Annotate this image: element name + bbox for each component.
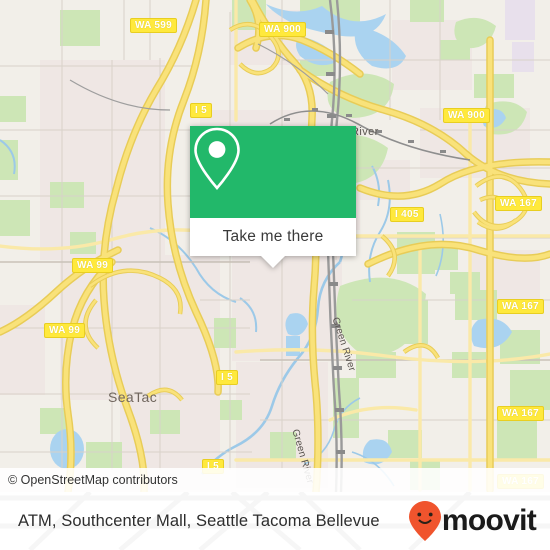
place-label-seatac: SeaTac: [108, 389, 158, 405]
popup-pointer: [261, 256, 285, 268]
highway-shield: WA 167: [497, 406, 545, 421]
highway-shield: I 5: [216, 370, 239, 385]
footer-bar: ATM, Southcenter Mall, Seattle Tacoma Be…: [0, 492, 550, 550]
highway-shield: WA 900: [259, 22, 307, 37]
location-popup-card[interactable]: Take me there: [190, 126, 356, 268]
popup-header: [190, 126, 356, 218]
highway-shield: WA 167: [497, 299, 545, 314]
osm-attribution: © OpenStreetMap contributors: [0, 468, 550, 492]
highway-shield: WA 99: [44, 323, 86, 338]
map-pin-icon: [194, 127, 240, 190]
highway-shield: WA 99: [72, 258, 114, 273]
moovit-logo[interactable]: moovit: [408, 500, 537, 542]
take-me-there-button[interactable]: Take me there: [190, 218, 356, 256]
moovit-wordmark: moovit: [441, 504, 537, 537]
highway-shield: I 5: [190, 103, 213, 118]
highway-shield: WA 167: [495, 196, 543, 211]
moovit-smiley-pin-icon: [408, 501, 441, 541]
highway-shield: WA 900: [443, 108, 491, 123]
page-title: ATM, Southcenter Mall, Seattle Tacoma Be…: [18, 511, 380, 530]
map-canvas[interactable]: WA 599 WA 900 WA 900 I 5 I 405 WA 167 WA…: [0, 0, 550, 492]
highway-shield: I 405: [390, 207, 424, 222]
highway-shield: WA 599: [130, 18, 178, 33]
map-screenshot: WA 599 WA 900 WA 900 I 5 I 405 WA 167 WA…: [0, 0, 550, 550]
